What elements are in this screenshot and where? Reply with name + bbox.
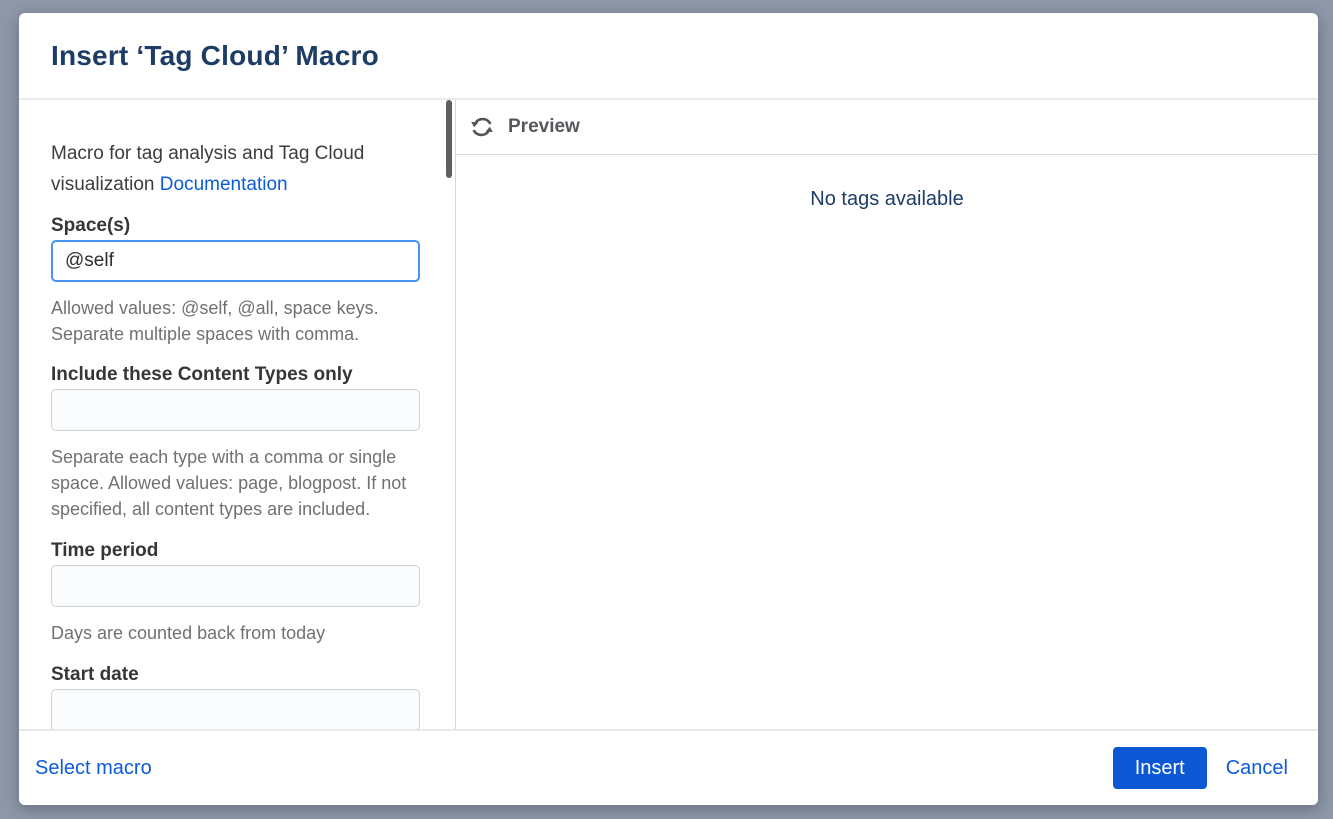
dialog-body: Macro for tag analysis and Tag Cloud vis… (19, 100, 1318, 729)
macro-params-panel: Macro for tag analysis and Tag Cloud vis… (19, 100, 456, 729)
field-start-date: Start date (51, 664, 419, 729)
dialog-footer: Select macro Insert Cancel (19, 729, 1318, 805)
documentation-link[interactable]: Documentation (160, 174, 288, 195)
time-period-help: Days are counted back from today (51, 620, 419, 646)
start-date-input[interactable] (51, 689, 420, 729)
dialog-title: Insert ‘Tag Cloud’ Macro (51, 40, 379, 72)
preview-panel: Preview No tags available (456, 100, 1318, 729)
insert-macro-dialog: Insert ‘Tag Cloud’ Macro Macro for tag a… (19, 13, 1318, 805)
insert-button[interactable]: Insert (1113, 747, 1207, 789)
time-period-input[interactable] (51, 565, 420, 607)
content-types-input[interactable] (51, 389, 420, 431)
spaces-help: Allowed values: @self, @all, space keys.… (51, 295, 419, 347)
field-spaces: Space(s) Allowed values: @self, @all, sp… (51, 215, 419, 347)
macro-params-form: Macro for tag analysis and Tag Cloud vis… (19, 100, 455, 729)
cancel-link[interactable]: Cancel (1226, 757, 1288, 780)
field-time-period: Time period Days are counted back from t… (51, 540, 419, 646)
spaces-label: Space(s) (51, 215, 419, 237)
content-types-help: Separate each type with a comma or singl… (51, 444, 419, 522)
select-macro-link[interactable]: Select macro (35, 757, 152, 780)
field-content-types: Include these Content Types only Separat… (51, 364, 419, 522)
macro-description: Macro for tag analysis and Tag Cloud vis… (51, 138, 419, 200)
preview-title: Preview (508, 116, 580, 138)
time-period-label: Time period (51, 540, 419, 562)
refresh-icon[interactable] (469, 114, 495, 140)
scrollbar-thumb[interactable] (446, 100, 452, 178)
content-types-label: Include these Content Types only (51, 364, 419, 386)
dialog-header: Insert ‘Tag Cloud’ Macro (19, 13, 1318, 100)
preview-header: Preview (456, 100, 1318, 155)
spaces-input[interactable] (51, 240, 420, 282)
start-date-label: Start date (51, 664, 419, 686)
preview-content: No tags available (456, 155, 1318, 729)
preview-empty-message: No tags available (456, 188, 1318, 211)
